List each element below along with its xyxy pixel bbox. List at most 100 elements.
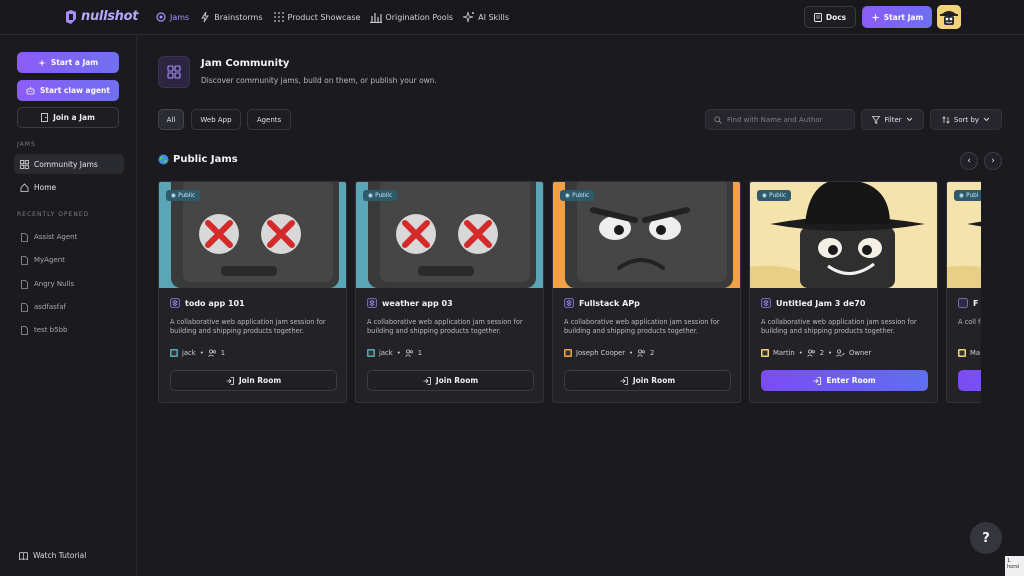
jams-icon — [155, 11, 167, 23]
sidebar-item-home[interactable]: Home — [14, 177, 124, 197]
globe-icon: ◉ — [762, 192, 768, 199]
jam-type-icon — [367, 298, 377, 308]
jam-description: A collaborative web application jam sess… — [564, 318, 720, 335]
filter-button[interactable]: Filter — [861, 109, 924, 130]
logo-icon — [64, 9, 78, 24]
brand-name: nullshot — [81, 9, 139, 24]
public-badge: ◉ Public — [757, 190, 792, 201]
recent-item[interactable]: MyAgent — [14, 250, 124, 270]
author-avatar-icon — [564, 349, 572, 357]
search-icon — [714, 115, 722, 124]
join-room-button[interactable]: Join Room — [170, 370, 337, 391]
enter-icon — [813, 376, 822, 385]
jam-title: weather app 03 — [382, 298, 453, 308]
jam-description: A coll for buil — [958, 318, 981, 326]
search-input[interactable]: Find with Name and Author — [705, 109, 855, 130]
owner-icon — [836, 349, 845, 357]
sidebar-item-community-jams[interactable]: Community Jams — [14, 154, 124, 174]
members-icon — [404, 349, 414, 357]
join-room-button[interactable]: Join Room — [367, 370, 534, 391]
jam-author: jack — [182, 349, 196, 357]
nav-item-product-showcase[interactable]: Product Showcase — [273, 11, 360, 23]
file-icon — [20, 325, 29, 335]
jam-author: Joseph Cooper — [576, 349, 626, 357]
recent-item[interactable]: Assist Agent — [14, 227, 124, 247]
home-icon — [20, 182, 29, 192]
jam-meta: jack • 1 — [367, 349, 422, 357]
enter-icon — [226, 376, 234, 385]
jam-description: A collaborative web application jam sess… — [761, 318, 917, 335]
jam-type-icon — [761, 298, 771, 308]
globe-icon: ◉ — [959, 192, 965, 199]
jam-members: 1 — [220, 349, 226, 357]
members-icon — [806, 349, 816, 357]
watch-tutorial-link[interactable]: Watch Tutorial — [19, 551, 86, 560]
jam-author: Ma — [970, 349, 981, 357]
start-a-jam-button[interactable]: Start a Jam — [17, 52, 119, 73]
filter-tab-web-app[interactable]: Web App — [191, 109, 241, 130]
globe-icon — [158, 154, 169, 165]
join-a-jam-button[interactable]: Join a Jam — [17, 107, 119, 128]
help-button[interactable]: ? — [970, 522, 1002, 554]
members-icon — [637, 349, 646, 357]
filter-icon — [872, 115, 881, 124]
file-icon — [20, 302, 29, 312]
jam-card[interactable]: ◉ Public todo app 101 A collaborative web… — [158, 181, 347, 403]
nav-item-jams[interactable]: Jams — [155, 11, 189, 23]
bolt-icon — [199, 11, 211, 23]
start-claw-agent-button[interactable]: Start claw agent — [17, 80, 119, 101]
public-jams-heading: Public Jams — [158, 154, 238, 165]
jam-carousel: ◉ Public todo app 101 A collaborative web… — [158, 181, 981, 404]
recent-item[interactable]: test b5bb — [14, 320, 124, 340]
docs-button[interactable]: Docs — [804, 6, 856, 28]
recent-item[interactable]: asdfasfaf — [14, 297, 124, 317]
sparkle-icon — [870, 12, 880, 22]
jam-meta: Martin • 2 • Owner — [761, 349, 871, 357]
sparkle-icon — [463, 11, 475, 23]
enter-room-button[interactable]: Enter Room — [761, 370, 928, 391]
enter-room-button[interactable] — [958, 370, 981, 391]
chevron-down-icon — [983, 117, 990, 122]
nav-item-brainstorms[interactable]: Brainstorms — [199, 11, 263, 23]
sidebar: Start a Jam Start claw agent Join a Jam … — [0, 35, 137, 576]
jam-author: jack — [379, 349, 393, 357]
jam-author: Martin — [773, 349, 795, 357]
filter-tab-all[interactable]: All — [158, 109, 184, 130]
public-badge: ◉ Publ — [954, 190, 981, 201]
author-avatar-icon — [367, 349, 375, 357]
author-avatar-icon — [761, 349, 769, 357]
brand-logo[interactable]: nullshot — [64, 9, 138, 24]
carousel-next-button[interactable]: › — [984, 152, 1002, 170]
user-avatar[interactable] — [937, 5, 961, 29]
nav-item-ai-skills[interactable]: AI Skills — [463, 11, 509, 23]
recently-opened-label: RECENTLY OPENED — [17, 211, 90, 218]
filter-tab-agents[interactable]: Agents — [247, 109, 291, 130]
globe-icon: ◉ — [171, 192, 177, 199]
enter-icon — [423, 376, 431, 385]
carousel-prev-button[interactable]: ‹ — [960, 152, 978, 170]
jam-card[interactable]: ◉ Public weather app 03 A collaborative w… — [355, 181, 544, 403]
jam-card[interactable]: ◉ Public Untitled Jam 3 de70 A collaborat… — [749, 181, 938, 403]
sort-icon — [942, 115, 950, 124]
jam-members: 2 — [650, 349, 655, 357]
sort-button[interactable]: Sort by — [930, 109, 1002, 130]
jam-title: Untitled Jam 3 de70 — [776, 298, 866, 308]
start-jam-button[interactable]: Start Jam — [862, 6, 932, 28]
jam-card[interactable]: ◉ Public Fullstack APp A collaborative we… — [552, 181, 741, 403]
globe-icon: ◉ — [565, 192, 571, 199]
grid-icon — [20, 159, 29, 169]
door-icon — [41, 113, 48, 122]
recent-item[interactable]: Angry Nulls — [14, 274, 124, 294]
jam-role: Owner — [849, 349, 872, 357]
author-avatar-icon — [958, 349, 966, 357]
jam-card[interactable]: ◉Publ F A coll for buil Ma — [946, 181, 981, 403]
jams-section-label: JAMS — [17, 141, 36, 148]
join-room-button[interactable]: Join Room — [564, 370, 731, 391]
corner-tag: 1. horsi — [1005, 556, 1024, 576]
bar-chart-icon — [370, 11, 383, 23]
jam-type-icon — [170, 298, 180, 308]
nav-item-origination-pools[interactable]: Origination Pools — [370, 11, 453, 23]
document-icon — [813, 12, 822, 22]
top-navigation: nullshot Jams Brainstorms Product Showca… — [0, 0, 1024, 35]
jam-title: todo app 101 — [185, 298, 245, 308]
